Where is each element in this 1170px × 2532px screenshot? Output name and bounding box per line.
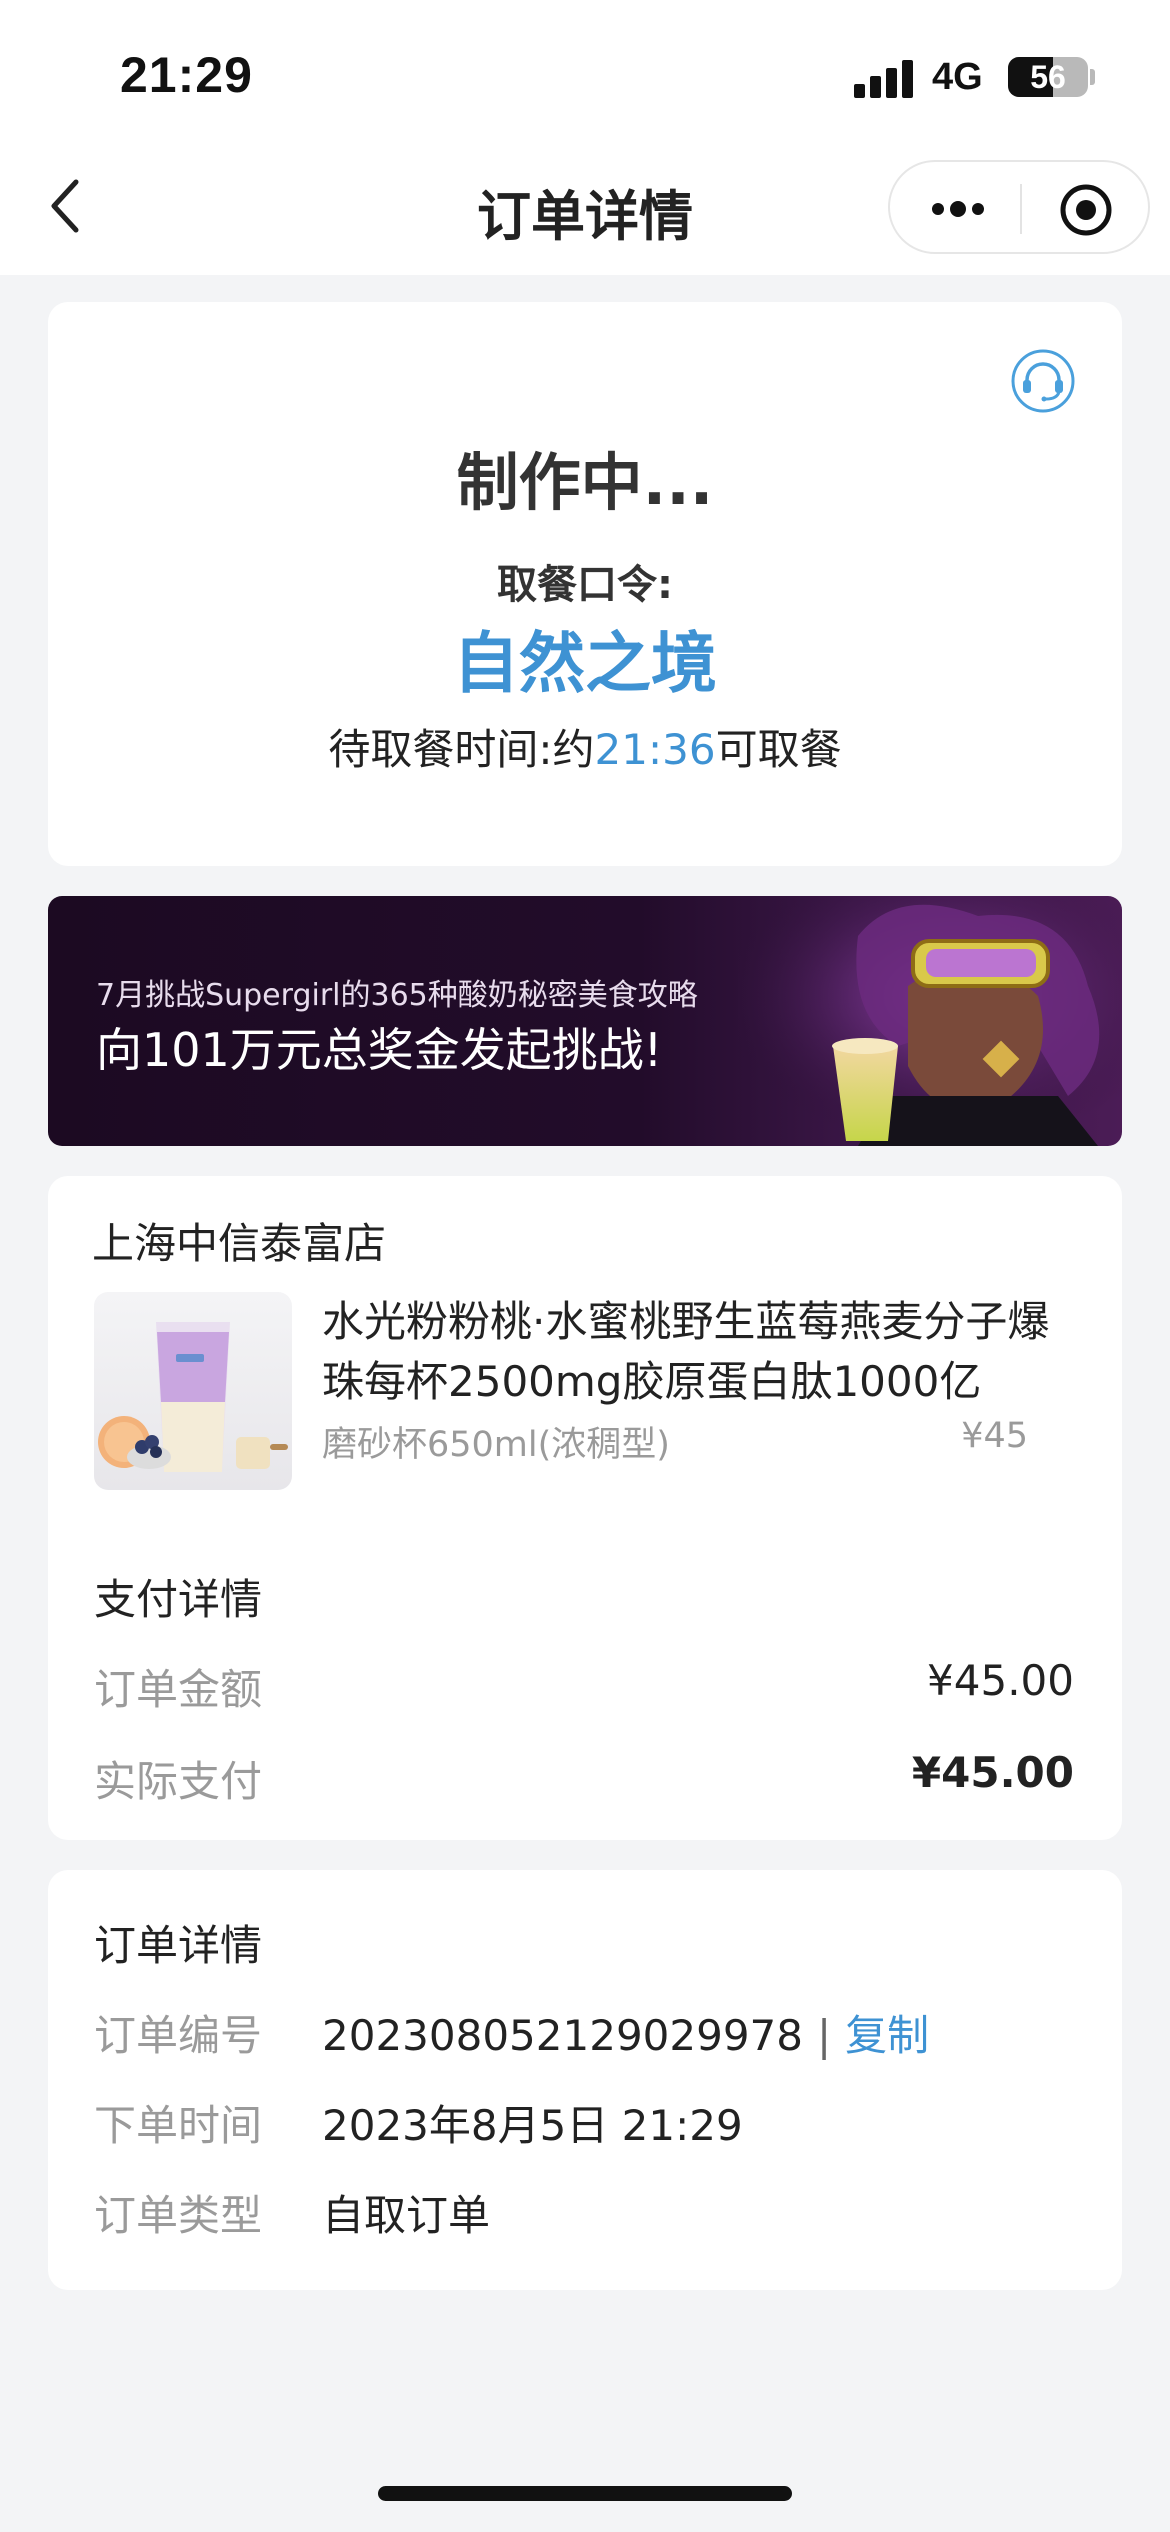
order-type-label: 订单类型 — [94, 2191, 263, 2240]
store-name[interactable]: 上海中信泰富店 — [92, 1210, 386, 1271]
miniprogram-capsule — [888, 160, 1150, 254]
battery-tip — [1090, 69, 1095, 85]
banner-subtitle: 7月挑战Supergirl的365种酸奶秘密美食攻略 — [96, 978, 698, 1013]
capsule-divider — [1020, 184, 1022, 234]
battery-percent: 56 — [1030, 59, 1066, 95]
more-dots-icon[interactable] — [928, 189, 988, 229]
product-image — [94, 1292, 292, 1490]
battery-icon: 56 — [1008, 57, 1088, 97]
order-items-card: 上海中信泰富店 水光粉粉桃·水蜜桃野生蓝莓燕麦分子爆珠每杯2500mg胶原蛋白肽… — [48, 1176, 1122, 1840]
order-type-value: 自取订单 — [322, 2191, 491, 2240]
promo-banner[interactable]: 7月挑战Supergirl的365种酸奶秘密美食攻略 向101万元总奖金发起挑战… — [48, 896, 1122, 1146]
order-time-value: 2023年8月5日 21:29 — [322, 2101, 743, 2150]
order-status-card: 制作中... 取餐口令: 自然之境 待取餐时间:约21:36可取餐 — [48, 302, 1122, 866]
product-price: ¥45 — [961, 1416, 1028, 1456]
status-bar: 21:29 4G 56 — [0, 0, 1170, 150]
payment-section-title: 支付详情 — [94, 1575, 263, 1624]
pickup-time-suffix: 可取餐 — [715, 725, 842, 774]
banner-illustration — [738, 896, 1122, 1146]
order-details-card: 订单详情 订单编号 202308052129029978 | 复制 下单时间 202… — [48, 1870, 1122, 2290]
copy-separator: | — [817, 2011, 832, 2060]
signal-icon — [854, 58, 914, 98]
navigation-bar: 订单详情 — [0, 150, 1170, 275]
paid-amount-value: ¥45.00 — [911, 1748, 1074, 1797]
pickup-code: 自然之境 — [453, 625, 717, 702]
pickup-time-prefix: 待取餐时间:约 — [328, 725, 595, 774]
pickup-time-text: 待取餐时间:约21:36可取餐 — [48, 716, 1122, 777]
order-amount-value: ¥45.00 — [927, 1656, 1074, 1705]
order-time-label: 下单时间 — [94, 2101, 263, 2150]
order-number-row: 202308052129029978 | 复制 — [322, 2002, 929, 2063]
paid-amount-label: 实际支付 — [94, 1757, 263, 1806]
order-status: 制作中... — [456, 446, 714, 519]
copy-button[interactable]: 复制 — [845, 2011, 929, 2060]
status-time: 21:29 — [120, 47, 253, 103]
banner-title: 向101万元总奖金发起挑战! — [96, 1023, 663, 1077]
home-indicator — [378, 2486, 792, 2501]
product-name: 水光粉粉桃·水蜜桃野生蓝莓燕麦分子爆珠每杯2500mg胶原蛋白肽1000亿 — [322, 1297, 1050, 1406]
order-amount-label: 订单金额 — [94, 1665, 263, 1714]
order-number-label: 订单编号 — [94, 2011, 263, 2060]
order-number-value: 202308052129029978 — [322, 2011, 803, 2060]
network-type: 4G — [932, 56, 983, 98]
pickup-time: 21:36 — [594, 725, 716, 774]
target-circle-icon[interactable] — [1058, 182, 1114, 238]
headset-icon[interactable] — [1010, 348, 1076, 414]
pickup-code-label: 取餐口令: — [497, 562, 673, 608]
product-spec: 磨砂杯650ml(浓稠型) — [322, 1425, 670, 1465]
details-section-title: 订单详情 — [94, 1921, 263, 1970]
